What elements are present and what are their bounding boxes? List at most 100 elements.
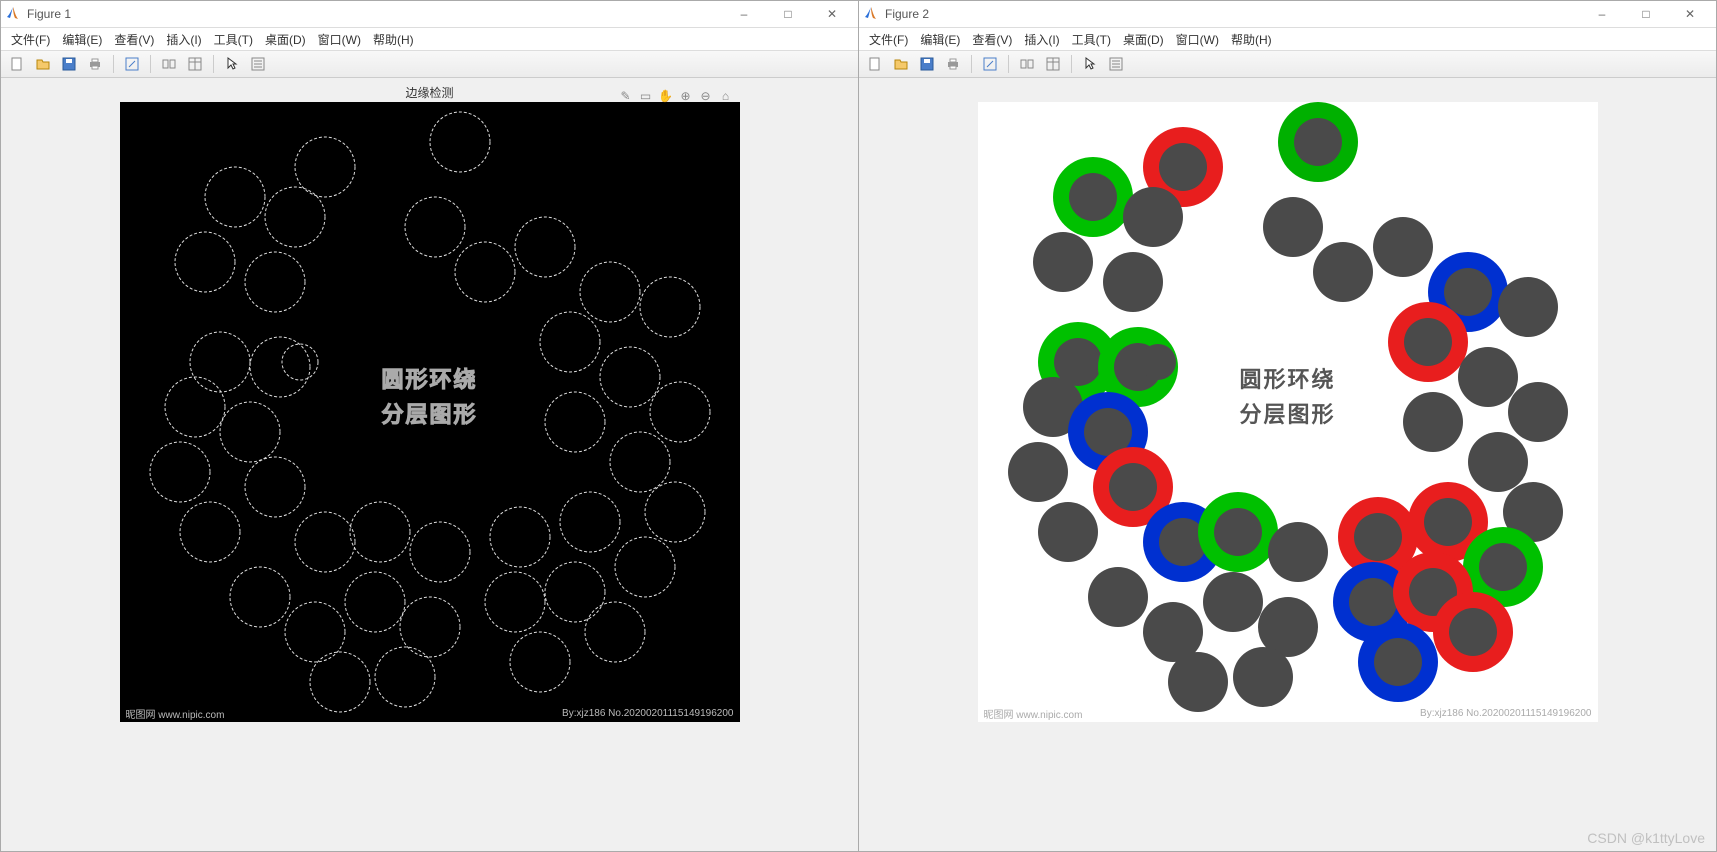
maximize-icon: □ bbox=[784, 7, 791, 21]
maximize-button[interactable]: □ bbox=[1624, 1, 1668, 27]
new-icon bbox=[9, 56, 25, 72]
circle-fill bbox=[1349, 578, 1397, 626]
link-button[interactable] bbox=[1015, 52, 1039, 76]
axes-toolbar: ✎▭✋⊕⊖⌂ bbox=[618, 88, 734, 104]
save-button[interactable] bbox=[57, 52, 81, 76]
circle-edge bbox=[150, 442, 210, 502]
figure-window-1: Figure 1–□✕文件(F)编辑(E)查看(V)插入(I)工具(T)桌面(D… bbox=[0, 0, 859, 852]
circle-edge bbox=[560, 492, 620, 552]
minimize-button[interactable]: – bbox=[722, 1, 766, 27]
circle-edge bbox=[250, 337, 310, 397]
circle-fill bbox=[1159, 143, 1207, 191]
circle-edge bbox=[650, 382, 710, 442]
home-button[interactable]: ⌂ bbox=[718, 88, 734, 104]
menu-item[interactable]: 帮助(H) bbox=[1225, 29, 1278, 50]
inspector-button[interactable] bbox=[183, 52, 207, 76]
circle-edge bbox=[485, 572, 545, 632]
circle-fill bbox=[1468, 432, 1528, 492]
menu-item[interactable]: 查看(V) bbox=[108, 29, 160, 50]
minimize-button[interactable]: – bbox=[1580, 1, 1624, 27]
circle-edge bbox=[245, 457, 305, 517]
close-button[interactable]: ✕ bbox=[810, 1, 854, 27]
datatip-button[interactable] bbox=[1104, 52, 1128, 76]
circle-edge bbox=[220, 402, 280, 462]
zoomout-button[interactable]: ⊖ bbox=[698, 88, 714, 104]
menu-item[interactable]: 文件(F) bbox=[5, 29, 56, 50]
circle-fill bbox=[1263, 197, 1323, 257]
menu-item[interactable]: 帮助(H) bbox=[367, 29, 420, 50]
zoomin-button[interactable]: ⊕ bbox=[678, 88, 694, 104]
minimize-icon: – bbox=[741, 7, 748, 21]
menu-item[interactable]: 桌面(D) bbox=[259, 29, 312, 50]
axes-title bbox=[978, 84, 1598, 102]
inspector-button[interactable] bbox=[1041, 52, 1065, 76]
circle-fill bbox=[1168, 652, 1228, 712]
datatip-button[interactable] bbox=[246, 52, 270, 76]
circle-edge bbox=[545, 562, 605, 622]
caption-line2: 分层图形 bbox=[381, 402, 477, 427]
menu-item[interactable]: 插入(I) bbox=[160, 29, 207, 50]
close-button[interactable]: ✕ bbox=[1668, 1, 1712, 27]
circle-edge bbox=[640, 277, 700, 337]
pan-button[interactable]: ✋ bbox=[658, 88, 674, 104]
print-button[interactable] bbox=[83, 52, 107, 76]
maximize-icon: □ bbox=[1642, 7, 1649, 21]
axes-wrapper: 边缘检测圆形环绕分层图形昵图网 www.nipic.comBy:xjz186 N… bbox=[120, 84, 740, 722]
menu-item[interactable]: 窗口(W) bbox=[312, 29, 367, 50]
menu-item[interactable]: 文件(F) bbox=[863, 29, 914, 50]
pointer-icon bbox=[224, 56, 240, 72]
menu-item[interactable]: 桌面(D) bbox=[1117, 29, 1170, 50]
open-button[interactable] bbox=[31, 52, 55, 76]
circle-fill bbox=[1498, 277, 1558, 337]
toolbar-separator bbox=[150, 55, 151, 73]
edit-plot-button[interactable] bbox=[978, 52, 1002, 76]
circle-fill bbox=[1404, 318, 1452, 366]
menubar: 文件(F)编辑(E)查看(V)插入(I)工具(T)桌面(D)窗口(W)帮助(H) bbox=[1, 28, 858, 51]
close-icon: ✕ bbox=[1685, 7, 1695, 21]
circle-fill bbox=[1374, 638, 1422, 686]
circle-edge bbox=[230, 567, 290, 627]
axes[interactable]: 圆形环绕分层图形昵图网 www.nipic.comBy:xjz186 No.20… bbox=[120, 102, 740, 722]
brush-button[interactable]: ✎ bbox=[618, 88, 634, 104]
save-icon bbox=[919, 56, 935, 72]
titlebar: Figure 2–□✕ bbox=[859, 1, 1716, 28]
menu-item[interactable]: 编辑(E) bbox=[56, 29, 108, 50]
circle-fill bbox=[1449, 608, 1497, 656]
pointer-button[interactable] bbox=[1078, 52, 1102, 76]
circle-fill bbox=[1373, 217, 1433, 277]
toolbar-separator bbox=[113, 55, 114, 73]
toolbar-separator bbox=[971, 55, 972, 73]
toolbar-separator bbox=[1008, 55, 1009, 73]
pointer-button[interactable] bbox=[220, 52, 244, 76]
new-button[interactable] bbox=[5, 52, 29, 76]
csdn-watermark: CSDN @k1ttyLove bbox=[1587, 830, 1705, 846]
menu-item[interactable]: 插入(I) bbox=[1018, 29, 1065, 50]
toolbar-separator bbox=[1071, 55, 1072, 73]
print-button[interactable] bbox=[941, 52, 965, 76]
circle-edge bbox=[375, 647, 435, 707]
open-button[interactable] bbox=[889, 52, 913, 76]
menu-item[interactable]: 编辑(E) bbox=[914, 29, 966, 50]
toolbar-separator bbox=[213, 55, 214, 73]
axes[interactable]: 圆形环绕分层图形昵图网 www.nipic.comBy:xjz186 No.20… bbox=[978, 102, 1598, 722]
circle-fill bbox=[1038, 502, 1098, 562]
circle-fill bbox=[1268, 522, 1328, 582]
link-button[interactable] bbox=[157, 52, 181, 76]
inspector-icon bbox=[1045, 56, 1061, 72]
circle-fill bbox=[1203, 572, 1263, 632]
datatip-button[interactable]: ▭ bbox=[638, 88, 654, 104]
maximize-button[interactable]: □ bbox=[766, 1, 810, 27]
circle-fill bbox=[1140, 344, 1176, 380]
menu-item[interactable]: 工具(T) bbox=[208, 29, 259, 50]
inspector-icon bbox=[187, 56, 203, 72]
edit-plot-button[interactable] bbox=[120, 52, 144, 76]
titlebar: Figure 1 – □ ✕ bbox=[1, 1, 858, 28]
menu-item[interactable]: 窗口(W) bbox=[1170, 29, 1225, 50]
circle-edge bbox=[410, 522, 470, 582]
new-button[interactable] bbox=[863, 52, 887, 76]
save-button[interactable] bbox=[915, 52, 939, 76]
menu-item[interactable]: 查看(V) bbox=[966, 29, 1018, 50]
window-title: Figure 1 bbox=[27, 7, 722, 21]
circle-fill bbox=[1458, 347, 1518, 407]
menu-item[interactable]: 工具(T) bbox=[1066, 29, 1117, 50]
